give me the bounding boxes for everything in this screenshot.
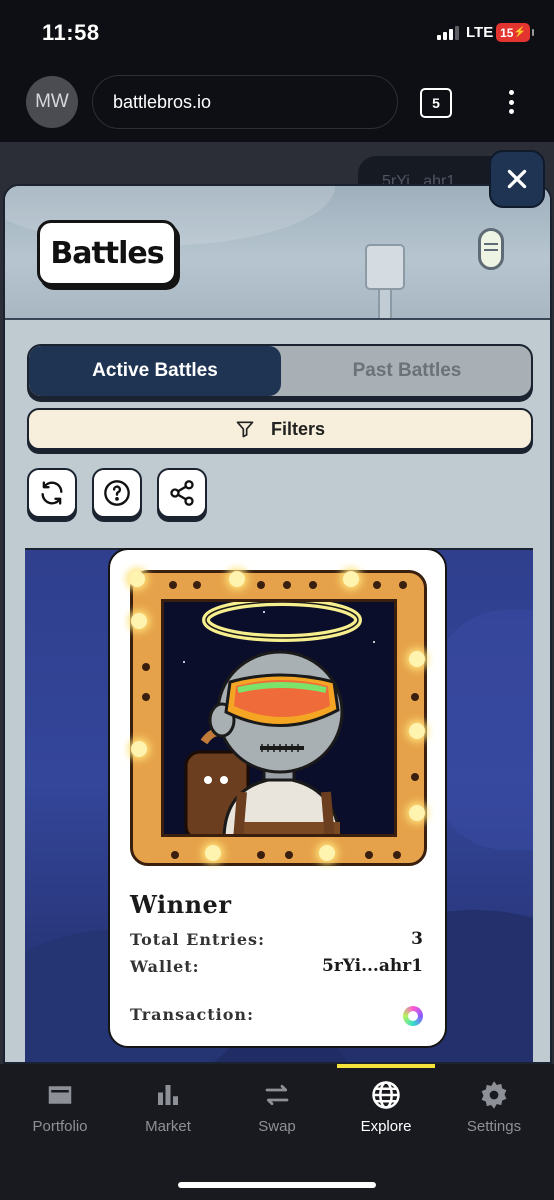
winner-card[interactable]: Winner Total Entries: 3 Wallet: 5rYi...a…	[108, 548, 447, 1048]
battery-icon: 15 ⚡	[496, 23, 534, 42]
nav-item-market[interactable]: Market	[113, 1080, 223, 1150]
nav-label: Swap	[258, 1118, 296, 1135]
battle-tabs: Active Battles Past Battles	[27, 344, 533, 398]
modal-header: Battles	[5, 186, 550, 320]
wall-post-decoration	[378, 290, 392, 318]
browser-bar: MW battlebros.io 5	[0, 66, 554, 142]
tab-switcher-button[interactable]: 5	[420, 88, 452, 118]
character-illustration	[183, 602, 375, 834]
refresh-icon	[41, 481, 63, 505]
frame-bulb	[309, 581, 317, 589]
url-bar[interactable]: battlebros.io	[92, 75, 398, 129]
refresh-button[interactable]	[27, 468, 77, 518]
frame-bulb	[131, 613, 147, 629]
share-button[interactable]	[157, 468, 207, 518]
tab-past-battles[interactable]: Past Battles	[281, 346, 531, 396]
nav-active-indicator	[337, 1064, 435, 1068]
frame-bulb	[257, 581, 265, 589]
filter-icon	[236, 421, 254, 438]
total-entries-value: 3	[411, 929, 423, 949]
frame-bulb	[205, 845, 221, 861]
frame-bulb	[399, 581, 407, 589]
frame-bulb	[171, 851, 179, 859]
filters-label: Filters	[270, 418, 326, 439]
share-icon	[170, 480, 194, 506]
frame-bulb	[409, 805, 425, 821]
nav-item-settings[interactable]: Settings	[439, 1080, 549, 1150]
wallet-value[interactable]: 5rYi...ahr1	[322, 956, 423, 976]
wallet-label: Wallet:	[130, 957, 200, 976]
frame-bulb	[373, 581, 381, 589]
frame-bulb	[229, 571, 245, 587]
explore-icon	[372, 1081, 400, 1109]
frame-bulb	[365, 851, 373, 859]
screen: 11:58 LTE 15 ⚡ MW battlebros.io 5 5rYi...…	[0, 0, 554, 1200]
close-icon	[507, 169, 527, 189]
help-icon	[104, 480, 130, 506]
status-time: 11:58	[42, 20, 100, 45]
transaction-link-icon[interactable]	[403, 1006, 423, 1026]
frame-bulb	[129, 571, 145, 587]
frame-bulb	[169, 581, 177, 589]
page-title: Battles	[37, 220, 177, 286]
status-bar: 11:58 LTE 15 ⚡	[0, 0, 554, 66]
frame-bulb	[283, 581, 291, 589]
nav-item-portfolio[interactable]: Portfolio	[5, 1080, 115, 1150]
frame-bulb	[319, 845, 335, 861]
battery-level: 15	[500, 25, 514, 40]
wall-lamp-decoration	[478, 228, 504, 270]
frame-bulb	[257, 851, 265, 859]
frame-bulb	[409, 723, 425, 739]
tab-active-battles[interactable]: Active Battles	[29, 346, 281, 396]
total-entries-label: Total Entries:	[130, 930, 265, 949]
filters-button[interactable]: Filters	[27, 408, 533, 450]
frame-bulb	[193, 581, 201, 589]
wall-panel-decoration	[365, 244, 405, 290]
nft-artwork	[161, 599, 397, 837]
nav-item-swap[interactable]: Swap	[222, 1080, 332, 1150]
winner-heading: Winner	[130, 890, 232, 919]
frame-bulb	[411, 773, 419, 781]
nft-frame	[129, 570, 427, 866]
bottom-nav: Portfolio Market Swap Explore Settings	[0, 1064, 554, 1200]
frame-bulb	[343, 571, 359, 587]
nav-label: Market	[145, 1118, 191, 1135]
help-button[interactable]	[92, 468, 142, 518]
frame-bulb	[285, 851, 293, 859]
portfolio-icon	[48, 1086, 72, 1104]
nav-label: Portfolio	[32, 1118, 88, 1135]
frame-bulb	[142, 663, 150, 671]
swap-icon	[265, 1084, 289, 1106]
market-icon	[158, 1085, 178, 1105]
nav-label: Settings	[466, 1118, 522, 1135]
frame-bulb	[131, 741, 147, 757]
nav-item-explore[interactable]: Explore	[331, 1080, 441, 1150]
frame-bulb	[393, 851, 401, 859]
avatar[interactable]: MW	[26, 76, 78, 128]
signal-icon	[437, 26, 459, 40]
transaction-label: Transaction:	[130, 1005, 254, 1024]
frame-bulb	[142, 693, 150, 701]
url-text: battlebros.io	[113, 91, 212, 112]
network-label: LTE	[466, 24, 494, 41]
frame-bulb	[409, 651, 425, 667]
settings-icon	[481, 1081, 507, 1109]
more-menu-icon[interactable]	[502, 86, 520, 118]
frame-bulb	[411, 693, 419, 701]
home-indicator[interactable]	[178, 1182, 376, 1188]
close-button[interactable]	[489, 150, 545, 208]
nav-label: Explore	[360, 1118, 412, 1135]
